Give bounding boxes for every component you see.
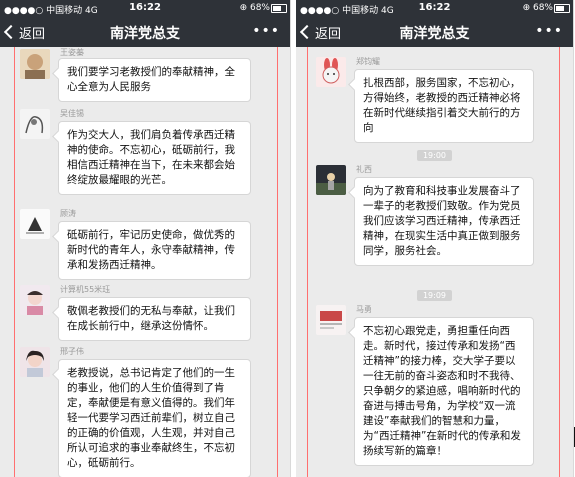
- left-phone-screen: ●●●●○ 中国移动 4G 16:22 ⊕ 68% 返回 南洋党总支 ••• 王…: [0, 0, 291, 477]
- right-edge-line: [277, 47, 278, 477]
- avatar[interactable]: [316, 165, 346, 195]
- right-phone-screen: ●●●●○ 中国移动 4G 16:22 ⊕ 68% 返回 南洋党总支 ••• 郑…: [296, 0, 574, 477]
- avatar[interactable]: [316, 57, 346, 87]
- message-bubble[interactable]: 作为交大人，我们肩负着传承西迁精神的使命。不忘初心，砥砺前行，我相信西迁精神在当…: [58, 121, 251, 195]
- sender-name: 计算机55米珏: [60, 285, 111, 294]
- status-bar: ●●●●○ 中国移动 4G 16:22 ⊕ 68%: [296, 0, 573, 17]
- sender-name: 马勇: [356, 305, 372, 314]
- right-edge-line: [559, 47, 560, 477]
- more-options-button[interactable]: •••: [535, 23, 563, 39]
- sender-name: 邢子伟: [60, 347, 84, 356]
- avatar[interactable]: [20, 347, 50, 377]
- avatar[interactable]: [20, 285, 50, 315]
- message-bubble[interactable]: 向为了教育和科技事业发展奋斗了一辈子的老教授们致敬。作为党员我们应该学习西迁精神…: [354, 177, 534, 266]
- avatar[interactable]: [20, 49, 50, 79]
- avatar[interactable]: [316, 305, 346, 335]
- message-bubble[interactable]: 扎根西部，服务国家，不忘初心，方得始终，老教授的西迁精神必将在新时代继续指引着交…: [354, 69, 534, 143]
- left-edge-line: [14, 47, 15, 477]
- message-bubble[interactable]: 老教授说，总书记肯定了他们的一生的事业，他们的人生价值得到了肯定，奉献便是有意义…: [58, 359, 251, 477]
- more-options-button[interactable]: •••: [252, 23, 280, 39]
- chat-title: 南洋党总支: [110, 26, 180, 42]
- message-bubble[interactable]: 砥砺前行，牢记历史使命，做优秀的新时代的青年人，永守奉献精神，传承和发扬西迁精神…: [58, 221, 251, 280]
- chat-list[interactable]: 郑钧耀 扎根西部，服务国家，不忘初心，方得始终，老教授的西迁精神必将在新时代继续…: [296, 47, 573, 477]
- time-separator: 19:09: [296, 283, 573, 302]
- nav-bar: 返回 南洋党总支 •••: [0, 17, 290, 47]
- battery-icon: [271, 4, 287, 13]
- sender-name: 顾涛: [60, 209, 76, 218]
- nav-bar: 返回 南洋党总支 •••: [296, 17, 573, 47]
- sender-name: 礼西: [356, 165, 372, 174]
- left-edge-line: [307, 47, 308, 477]
- chat-list[interactable]: 王姿蓁 我们要学习老教授们的奉献精神，全心全意为人民服务 吴佳锡 作为交大人，我…: [0, 47, 290, 477]
- message-bubble[interactable]: 敬佩老教授们的无私与奉献，让我们在成长前行中，继承这份情怀。: [58, 297, 251, 341]
- avatar[interactable]: [20, 109, 50, 139]
- battery-icon: [554, 4, 570, 13]
- battery-percent: 68%: [532, 3, 553, 13]
- message-bubble[interactable]: 我们要学习老教授们的奉献精神，全心全意为人民服务: [58, 58, 251, 102]
- battery-percent: 68%: [249, 3, 270, 13]
- sender-name: 郑钧耀: [356, 57, 380, 66]
- sender-name: 吴佳锡: [60, 109, 84, 118]
- status-bar: ●●●●○ 中国移动 4G 16:22 ⊕ 68%: [0, 0, 290, 17]
- avatar[interactable]: [20, 209, 50, 239]
- time-separator: 19:00: [296, 143, 573, 162]
- sender-name: 王姿蓁: [60, 48, 84, 57]
- message-bubble[interactable]: 不忘初心跟党走，勇担重任向西走。新时代，接过传承和发扬“西迁精神”的接力棒，交大…: [354, 317, 534, 466]
- chat-title: 南洋党总支: [399, 26, 470, 42]
